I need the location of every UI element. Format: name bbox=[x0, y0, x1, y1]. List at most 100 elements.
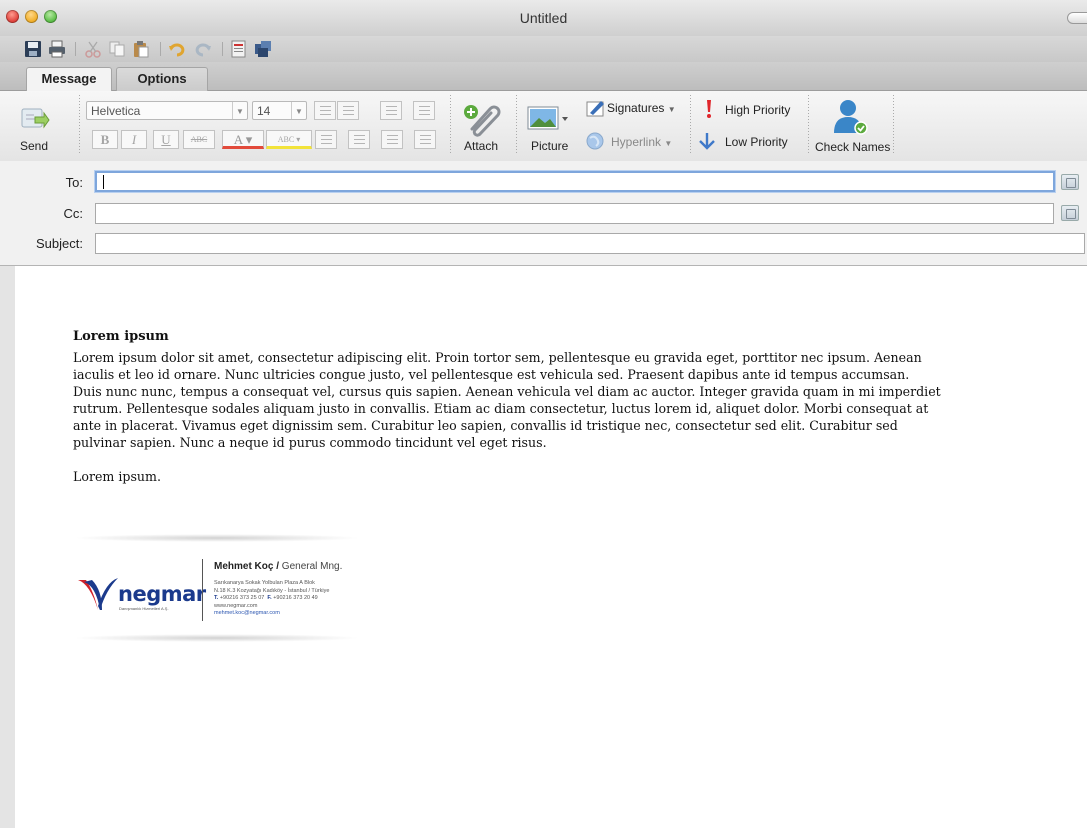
signature-email[interactable]: mehmet.koc@negmar.com bbox=[214, 610, 329, 618]
signature-address-2: N.18 K.3 Kozyatağı Kadıköy - İstanbul / … bbox=[214, 587, 330, 594]
ribbon: Send Helvetica ▼ 14 ▼ B I U ABC A ▾ ABC … bbox=[0, 91, 1087, 162]
chevron-down-icon: ▼ bbox=[232, 102, 247, 119]
message-closing: Lorem ipsum. bbox=[73, 469, 161, 484]
high-priority-icon bbox=[707, 100, 711, 118]
send-button[interactable]: Send bbox=[20, 139, 48, 153]
signature-phones: T. +90216 373 25 07 F. +90216 373 20 49 bbox=[214, 595, 329, 603]
signature-title: General Mng. bbox=[281, 561, 343, 572]
underline-button[interactable]: U bbox=[153, 130, 179, 149]
attach-button[interactable]: Attach bbox=[464, 139, 498, 153]
font-color-button[interactable]: A ▾ bbox=[222, 130, 264, 149]
subject-label: Subject: bbox=[36, 236, 83, 251]
bold-button[interactable]: B bbox=[92, 130, 118, 149]
contacts-icon[interactable] bbox=[254, 40, 272, 58]
cc-field[interactable] bbox=[95, 203, 1054, 224]
message-heading: Lorem ipsum bbox=[73, 329, 169, 344]
body-left-gutter bbox=[0, 266, 16, 828]
redo-icon[interactable] bbox=[194, 40, 212, 58]
font-name-select[interactable]: Helvetica ▼ bbox=[86, 101, 248, 120]
message-body[interactable]: Lorem ipsum Lorem ipsum dolor sit amet, … bbox=[15, 266, 1087, 828]
decrease-indent-button[interactable] bbox=[380, 101, 402, 120]
ribbon-group-divider bbox=[450, 95, 451, 155]
quick-access-toolbar bbox=[0, 36, 1087, 62]
ribbon-group-divider bbox=[79, 95, 80, 155]
italic-button[interactable]: I bbox=[121, 130, 147, 149]
to-field[interactable] bbox=[95, 171, 1055, 192]
signature-divider bbox=[202, 559, 203, 621]
signature-fax: +90216 373 20 49 bbox=[273, 595, 318, 601]
signature-phone: +90216 373 25 07 bbox=[219, 595, 265, 601]
picture-icon[interactable] bbox=[527, 105, 569, 131]
high-priority-button[interactable]: High Priority bbox=[725, 103, 790, 117]
title-bar: Untitled bbox=[0, 0, 1087, 37]
globe-icon bbox=[586, 132, 604, 150]
paperclip-icon[interactable] bbox=[462, 101, 502, 137]
text-caret bbox=[103, 175, 104, 189]
check-names-button[interactable]: Check Names bbox=[815, 140, 890, 154]
align-center-button[interactable] bbox=[348, 130, 370, 149]
picture-button[interactable]: Picture bbox=[531, 139, 568, 153]
hyperlink-button[interactable]: Hyperlink ▼ bbox=[611, 135, 672, 149]
chevron-down-icon: ▼ bbox=[291, 102, 306, 119]
font-name-value: Helvetica bbox=[91, 104, 141, 118]
signature-top-shadow bbox=[73, 534, 361, 542]
message-content[interactable]: Lorem ipsum Lorem ipsum dolor sit amet, … bbox=[73, 328, 941, 485]
chevron-down-icon: ▼ bbox=[664, 139, 673, 148]
increase-indent-button[interactable] bbox=[413, 101, 435, 120]
copy-icon[interactable] bbox=[108, 40, 126, 58]
address-book-icon[interactable] bbox=[1061, 174, 1079, 190]
highlight-label: ABC bbox=[277, 135, 295, 144]
ribbon-tab-bar: Message Options bbox=[0, 62, 1087, 91]
window-title: Untitled bbox=[519, 10, 568, 26]
signature-bottom-shadow bbox=[73, 634, 361, 642]
justify-button[interactable] bbox=[414, 130, 436, 149]
align-left-button[interactable] bbox=[315, 130, 337, 149]
send-icon[interactable] bbox=[20, 105, 50, 131]
bullet-list-button[interactable] bbox=[314, 101, 336, 120]
to-label: To: bbox=[65, 175, 83, 190]
strikethrough-button[interactable]: ABC bbox=[183, 130, 215, 149]
logo-tagline: Danışmanlık Hizmetleri A.Ş. bbox=[119, 606, 169, 611]
numbered-list-button[interactable] bbox=[337, 101, 359, 120]
paste-icon[interactable] bbox=[132, 40, 150, 58]
signature-website[interactable]: www.negmar.com bbox=[214, 603, 329, 611]
toolbar-separator bbox=[160, 42, 161, 56]
cut-icon[interactable] bbox=[84, 40, 102, 58]
check-names-icon[interactable] bbox=[830, 97, 870, 137]
negmar-logo-text: negmar bbox=[118, 582, 206, 606]
undo-icon[interactable] bbox=[168, 40, 186, 58]
font-size-select[interactable]: 14 ▼ bbox=[252, 101, 307, 120]
address-book-icon[interactable] bbox=[1061, 205, 1079, 221]
ribbon-group-divider bbox=[516, 95, 517, 155]
message-paragraph: Lorem ipsum dolor sit amet, consectetur … bbox=[73, 350, 941, 450]
signature-address-1: Sarıkanarya Sokak Yolbulan Plaza A Blok bbox=[214, 580, 315, 586]
signature-name-text: Mehmet Koç / bbox=[214, 561, 280, 572]
phone-prefix: T. bbox=[214, 595, 219, 601]
fax-prefix: F. bbox=[267, 595, 272, 601]
print-icon[interactable] bbox=[48, 40, 66, 58]
low-priority-icon bbox=[699, 133, 715, 150]
toolbar-separator bbox=[75, 42, 76, 56]
negmar-logo-mark bbox=[78, 578, 118, 610]
low-priority-button[interactable]: Low Priority bbox=[725, 135, 788, 149]
toolbar-toggle-button[interactable] bbox=[1067, 12, 1087, 24]
toolbar-separator bbox=[222, 42, 223, 56]
align-right-button[interactable] bbox=[381, 130, 403, 149]
signatures-label: Signatures bbox=[607, 101, 665, 115]
ribbon-group-divider bbox=[808, 95, 809, 155]
ribbon-group-divider bbox=[893, 95, 894, 155]
signatures-button[interactable]: Signatures ▼ bbox=[607, 101, 676, 115]
tab-options[interactable]: Options bbox=[116, 67, 208, 91]
save-icon[interactable] bbox=[24, 40, 42, 58]
chevron-down-icon: ▼ bbox=[667, 105, 676, 114]
hyperlink-label: Hyperlink bbox=[611, 135, 662, 149]
address-book-icon[interactable] bbox=[230, 40, 248, 58]
address-header: To: Cc: Subject: bbox=[0, 161, 1087, 266]
cc-label: Cc: bbox=[63, 206, 84, 221]
email-signature: negmar Danışmanlık Hizmetleri A.Ş. Mehme… bbox=[73, 534, 361, 642]
subject-field[interactable] bbox=[95, 233, 1085, 254]
font-color-label: A bbox=[233, 132, 243, 147]
highlight-button[interactable]: ABC ▾ bbox=[266, 130, 312, 149]
font-size-value: 14 bbox=[257, 104, 271, 118]
tab-message[interactable]: Message bbox=[26, 67, 112, 91]
